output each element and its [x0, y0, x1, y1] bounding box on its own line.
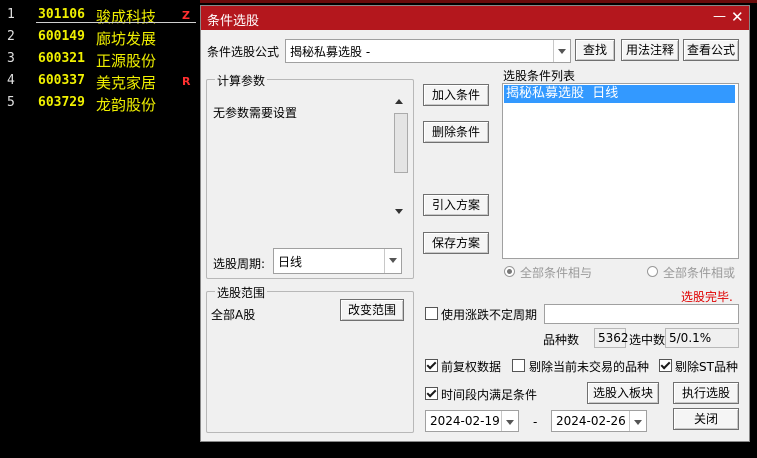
formula-label: 条件选股公式: [207, 45, 280, 59]
stock-row[interactable]: 5 603729 龙韵股份: [0, 94, 200, 116]
stock-code: 600337: [38, 73, 85, 88]
chevron-down-icon[interactable]: [384, 249, 401, 273]
stock-row[interactable]: 4 600337 美克家居 R: [0, 72, 200, 94]
add-condition-button[interactable]: 加入条件: [423, 84, 489, 106]
date-to-picker[interactable]: 2024-02-26: [551, 410, 647, 432]
formula-select[interactable]: 揭秘私募选股 -: [285, 39, 571, 63]
radio-or[interactable]: [647, 266, 658, 277]
stock-name: 美克家居: [96, 74, 157, 92]
close-button[interactable]: 关闭: [673, 408, 739, 430]
to-block-button[interactable]: 选股入板块: [587, 382, 659, 404]
range-value: 全部A股: [211, 308, 256, 322]
exclude-st-label: 剔除ST品种: [675, 360, 738, 374]
range-group: 选股范围 全部A股 改变范围: [206, 284, 414, 433]
exclude-st-checkbox[interactable]: [659, 359, 672, 372]
chevron-down-icon[interactable]: [629, 411, 646, 431]
scroll-thumb[interactable]: [394, 113, 408, 173]
chevron-down-icon[interactable]: [553, 40, 570, 62]
scroll-up-icon[interactable]: [395, 99, 403, 104]
stock-mark: Z: [182, 9, 190, 22]
row-index: 5: [7, 95, 15, 110]
dialog-title: 条件选股: [207, 14, 260, 29]
period-select[interactable]: 日线: [273, 248, 402, 274]
variety-count-value: 5362: [598, 331, 629, 345]
stock-name: 龙韵股份: [96, 96, 157, 114]
condition-list-label: 选股条件列表: [503, 69, 576, 83]
background-top-bar: [200, 0, 757, 3]
stock-code: 600321: [38, 51, 85, 66]
params-group: 计算参数 无参数需要设置 选股周期: 日线: [206, 72, 414, 279]
radio-and-label: 全部条件相与: [520, 266, 593, 280]
pre-adjusted-label: 前复权数据: [441, 360, 502, 374]
row-index: 2: [7, 29, 15, 44]
selected-count-label: 选中数: [629, 333, 666, 347]
date-from-picker[interactable]: 2024-02-19: [425, 410, 519, 432]
stock-code: 603729: [38, 95, 85, 110]
period-satisfy-label: 时间段内满足条件: [441, 388, 538, 402]
exclude-non-trading-label: 剔除当前未交易的品种: [529, 360, 650, 374]
stock-row[interactable]: 1 301106 骏成科技 Z: [0, 6, 200, 28]
stock-row[interactable]: 2 600149 廊坊发展: [0, 28, 200, 50]
exclude-non-trading-checkbox[interactable]: [512, 359, 525, 372]
formula-select-value: 揭秘私募选股 -: [290, 45, 371, 59]
selected-count-value: 5/0.1%: [669, 331, 712, 345]
radio-and[interactable]: [504, 266, 515, 277]
period-label: 选股周期:: [213, 257, 266, 271]
date-to-value: 2024-02-26: [556, 414, 626, 428]
params-scrollbar[interactable]: [393, 95, 408, 219]
stock-name: 正源股份: [96, 52, 157, 70]
params-text: 无参数需要设置: [213, 106, 298, 120]
row-selection-underline: [36, 22, 196, 23]
range-group-title: 选股范围: [215, 284, 268, 301]
stock-code: 600149: [38, 29, 85, 44]
chevron-down-icon[interactable]: [501, 411, 518, 431]
uncertain-period-label: 使用涨跌不定周期: [441, 308, 538, 322]
delete-condition-button[interactable]: 删除条件: [423, 121, 489, 143]
date-separator: -: [533, 415, 538, 429]
scroll-down-icon[interactable]: [395, 209, 403, 214]
selected-count-field: 5/0.1%: [665, 328, 739, 348]
dialog-title-bar[interactable]: 条件选股 — ✕: [201, 6, 749, 30]
run-select-button[interactable]: 执行选股: [673, 382, 739, 404]
uncertain-period-checkbox[interactable]: [425, 307, 438, 320]
stock-name: 廊坊发展: [96, 30, 157, 48]
stock-row[interactable]: 3 600321 正源股份: [0, 50, 200, 72]
row-index: 3: [7, 51, 15, 66]
date-from-value: 2024-02-19: [430, 414, 500, 428]
stock-code: 301106: [38, 7, 85, 22]
minimize-icon[interactable]: —: [713, 9, 726, 24]
pre-adjusted-checkbox[interactable]: [425, 359, 438, 372]
change-range-button[interactable]: 改变范围: [340, 299, 404, 321]
close-icon[interactable]: ✕: [731, 8, 744, 26]
view-formula-button[interactable]: 查看公式: [683, 39, 739, 61]
period-satisfy-checkbox[interactable]: [425, 387, 438, 400]
status-text: 选股完毕.: [681, 290, 733, 304]
save-plan-button[interactable]: 保存方案: [423, 232, 489, 254]
uncertain-period-input[interactable]: [544, 304, 739, 324]
condition-select-dialog: 条件选股 — ✕ 条件选股公式 揭秘私募选股 - 查找 用法注释 查看公式 计算…: [200, 5, 750, 442]
import-plan-button[interactable]: 引入方案: [423, 194, 489, 216]
stock-mark: R: [182, 75, 191, 88]
variety-count-field: 5362: [594, 328, 629, 348]
find-button[interactable]: 查找: [575, 39, 615, 61]
row-index: 4: [7, 73, 15, 88]
stock-name: 骏成科技: [96, 8, 157, 26]
row-index: 1: [7, 7, 15, 22]
condition-list-item[interactable]: 揭秘私募选股 日线: [504, 85, 735, 103]
condition-list[interactable]: 揭秘私募选股 日线: [502, 83, 739, 259]
variety-count-label: 品种数: [543, 333, 580, 347]
params-group-title: 计算参数: [215, 72, 268, 89]
usage-notes-button[interactable]: 用法注释: [621, 39, 679, 61]
period-select-value: 日线: [278, 255, 303, 269]
radio-or-label: 全部条件相或: [663, 266, 736, 280]
